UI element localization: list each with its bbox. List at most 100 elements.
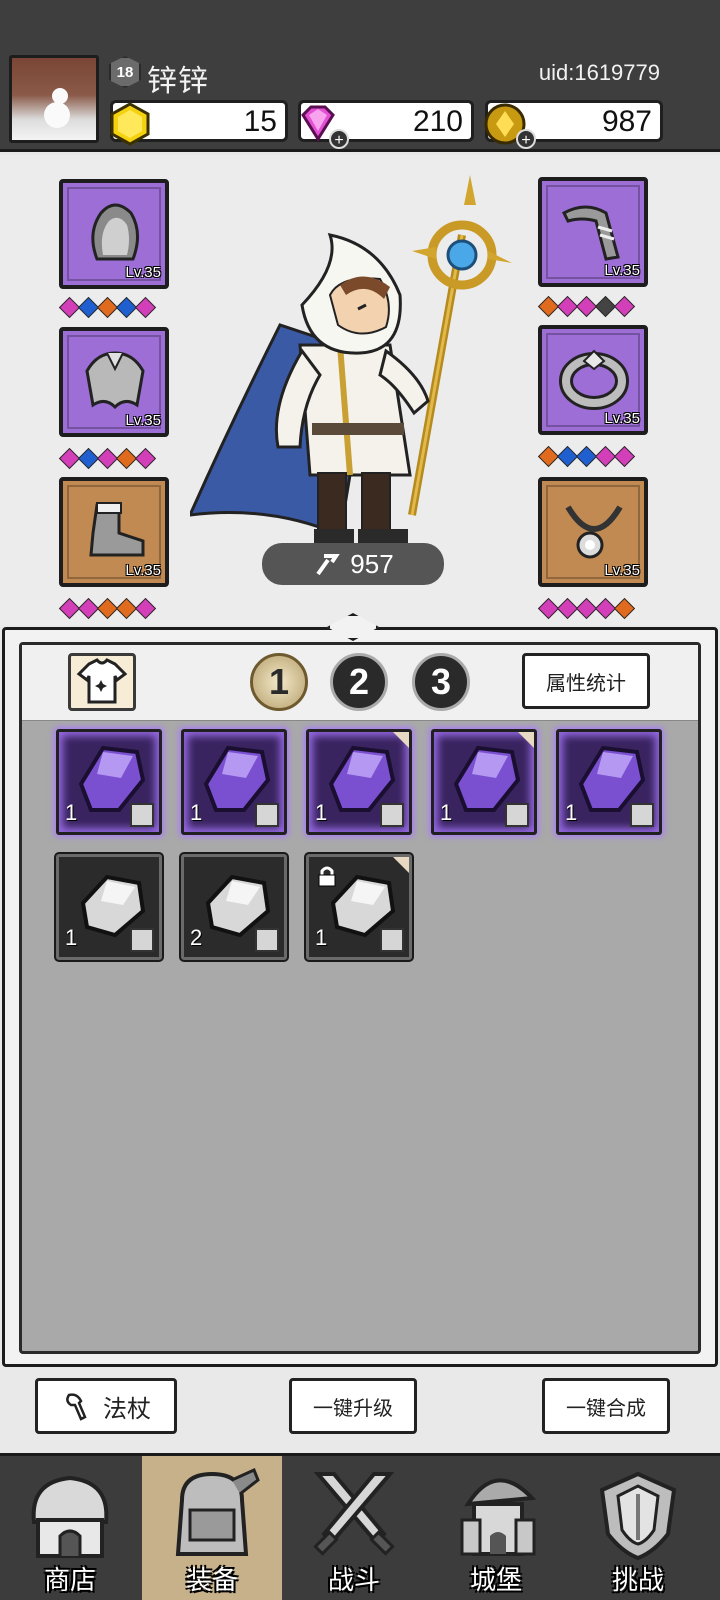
boot-icon bbox=[89, 502, 145, 557]
inventory-item[interactable]: 1 bbox=[56, 854, 162, 960]
add-gold-button[interactable]: + bbox=[516, 129, 536, 149]
staff-type-icon bbox=[380, 928, 404, 952]
boots-gems bbox=[58, 597, 157, 620]
staff-weapon-icon bbox=[562, 205, 620, 261]
staff-type-icon bbox=[130, 803, 154, 827]
inventory-item[interactable]: 1 bbox=[306, 854, 412, 960]
inventory-item[interactable]: 1 bbox=[431, 729, 537, 835]
equip-slot-necklace[interactable]: Lv.35 bbox=[538, 477, 648, 587]
item-count: 1 bbox=[315, 800, 328, 825]
character-area: Lv.35 Lv.35 Lv.35 Lv.35 Lv.35 Lv.35 957 bbox=[0, 155, 720, 625]
inventory-item[interactable]: 1 bbox=[556, 729, 662, 835]
item-count: 1 bbox=[565, 800, 578, 825]
socket-gem-icon bbox=[613, 597, 636, 620]
loadout-tab-2[interactable]: 2 bbox=[330, 653, 388, 711]
nav-castle[interactable]: 城堡 bbox=[426, 1456, 566, 1600]
equip-slot-ring[interactable]: Lv.35 bbox=[538, 325, 648, 435]
staff-type-icon bbox=[255, 803, 279, 827]
necklace-gems bbox=[537, 597, 636, 620]
staff-type-icon bbox=[630, 803, 654, 827]
ring-gems bbox=[537, 445, 636, 468]
item-count: 1 bbox=[315, 925, 328, 950]
weapon-filter-button[interactable]: 法杖 bbox=[35, 1378, 177, 1434]
socket-gem-icon bbox=[134, 296, 157, 319]
helmet-gems bbox=[58, 296, 157, 319]
item-count: 1 bbox=[65, 800, 78, 825]
backpack-icon bbox=[175, 1467, 260, 1556]
one-click-upgrade-button[interactable]: 一键升级 bbox=[289, 1378, 417, 1434]
nav-label: 战斗 bbox=[327, 1566, 380, 1596]
combat-power-value: 957 bbox=[350, 548, 394, 579]
item-count: 1 bbox=[190, 800, 203, 825]
one-click-merge-button[interactable]: 一键合成 bbox=[542, 1378, 670, 1434]
inventory-item[interactable]: 1 bbox=[56, 729, 162, 835]
item-count: 2 bbox=[190, 925, 203, 950]
inventory-item[interactable]: 2 bbox=[181, 854, 287, 960]
nav-challenge[interactable]: 挑战 bbox=[568, 1456, 708, 1600]
shop-hut-icon bbox=[31, 1475, 109, 1558]
necklace-icon bbox=[565, 505, 623, 559]
staff-type-icon bbox=[130, 928, 154, 952]
socket-gem-icon bbox=[134, 597, 157, 620]
inventory-grid-area: 1 2 3 属性统计 1 1 1 1 1 1 2 1 bbox=[19, 642, 701, 1354]
hood-icon bbox=[91, 203, 139, 261]
slot-level: Lv.35 bbox=[604, 262, 640, 279]
diamond-count: 210 bbox=[412, 105, 463, 138]
weapon-gems bbox=[537, 295, 636, 318]
staff-type-icon bbox=[505, 803, 529, 827]
loadout-tab-3[interactable]: 3 bbox=[412, 653, 470, 711]
staff-type-icon bbox=[255, 928, 279, 952]
combat-power-display: 957 bbox=[262, 543, 444, 585]
slot-level: Lv.35 bbox=[125, 412, 161, 429]
slot-level: Lv.35 bbox=[125, 562, 161, 579]
player-name: 锌锌 bbox=[147, 64, 209, 99]
resource-yellow-gem: 15 bbox=[110, 100, 288, 146]
nav-label: 商店 bbox=[43, 1566, 96, 1596]
nav-battle[interactable]: 战斗 bbox=[284, 1456, 424, 1600]
armor-gems bbox=[58, 447, 157, 470]
shirt-icon bbox=[76, 658, 128, 704]
equip-slot-weapon[interactable]: Lv.35 bbox=[538, 177, 648, 287]
cape-armor-icon bbox=[85, 351, 145, 410]
top-bar: 18 锌锌 uid:1619779 15 + 210 + 987 bbox=[0, 0, 720, 152]
nav-equipment[interactable]: 装备 bbox=[142, 1456, 282, 1600]
socket-gem-icon bbox=[134, 447, 157, 470]
slot-level: Lv.35 bbox=[604, 410, 640, 427]
socket-gem-icon bbox=[613, 445, 636, 468]
ring-icon bbox=[559, 349, 629, 410]
item-count: 1 bbox=[65, 925, 78, 950]
yellow-hexagon-gem-icon bbox=[110, 102, 150, 146]
socket-gem-icon bbox=[613, 295, 636, 318]
inventory-item[interactable]: 1 bbox=[181, 729, 287, 835]
staff-icon bbox=[66, 1393, 87, 1421]
outfit-button[interactable] bbox=[68, 653, 136, 711]
inventory-toolbar: 1 2 3 属性统计 bbox=[22, 645, 698, 721]
equip-slot-helmet[interactable]: Lv.35 bbox=[59, 179, 169, 289]
attribute-stats-button[interactable]: 属性统计 bbox=[522, 653, 650, 709]
equip-slot-boots[interactable]: Lv.35 bbox=[59, 477, 169, 587]
crossed-swords-icon bbox=[313, 1472, 395, 1556]
player-level-badge: 18 bbox=[109, 56, 141, 88]
nav-label: 挑战 bbox=[611, 1566, 664, 1596]
inventory-panel: 1 2 3 属性统计 1 1 1 1 1 1 2 1 bbox=[2, 627, 718, 1367]
slot-level: Lv.35 bbox=[604, 562, 640, 579]
resource-diamond[interactable]: + 210 bbox=[298, 100, 474, 149]
staff-icon bbox=[316, 554, 341, 576]
player-uid: uid:1619779 bbox=[538, 60, 660, 85]
add-diamond-button[interactable]: + bbox=[329, 129, 349, 149]
nav-label: 城堡 bbox=[469, 1566, 522, 1596]
loadout-tab-1[interactable]: 1 bbox=[250, 653, 308, 711]
item-count: 1 bbox=[440, 800, 453, 825]
hero-mage-character[interactable] bbox=[190, 175, 520, 575]
weapon-filter-label: 法杖 bbox=[103, 1394, 151, 1423]
staff-type-icon bbox=[380, 803, 404, 827]
bottom-navigation: 商店 装备 战斗 城堡 挑战 bbox=[0, 1453, 720, 1600]
shield-crest-icon bbox=[599, 1471, 677, 1561]
equip-slot-armor[interactable]: Lv.35 bbox=[59, 327, 169, 437]
nav-shop[interactable]: 商店 bbox=[0, 1456, 140, 1600]
inventory-item[interactable]: 1 bbox=[306, 729, 412, 835]
resource-gold[interactable]: + 987 bbox=[484, 100, 663, 149]
player-avatar[interactable] bbox=[9, 55, 99, 143]
gold-count: 987 bbox=[601, 105, 652, 138]
slot-level: Lv.35 bbox=[125, 264, 161, 281]
